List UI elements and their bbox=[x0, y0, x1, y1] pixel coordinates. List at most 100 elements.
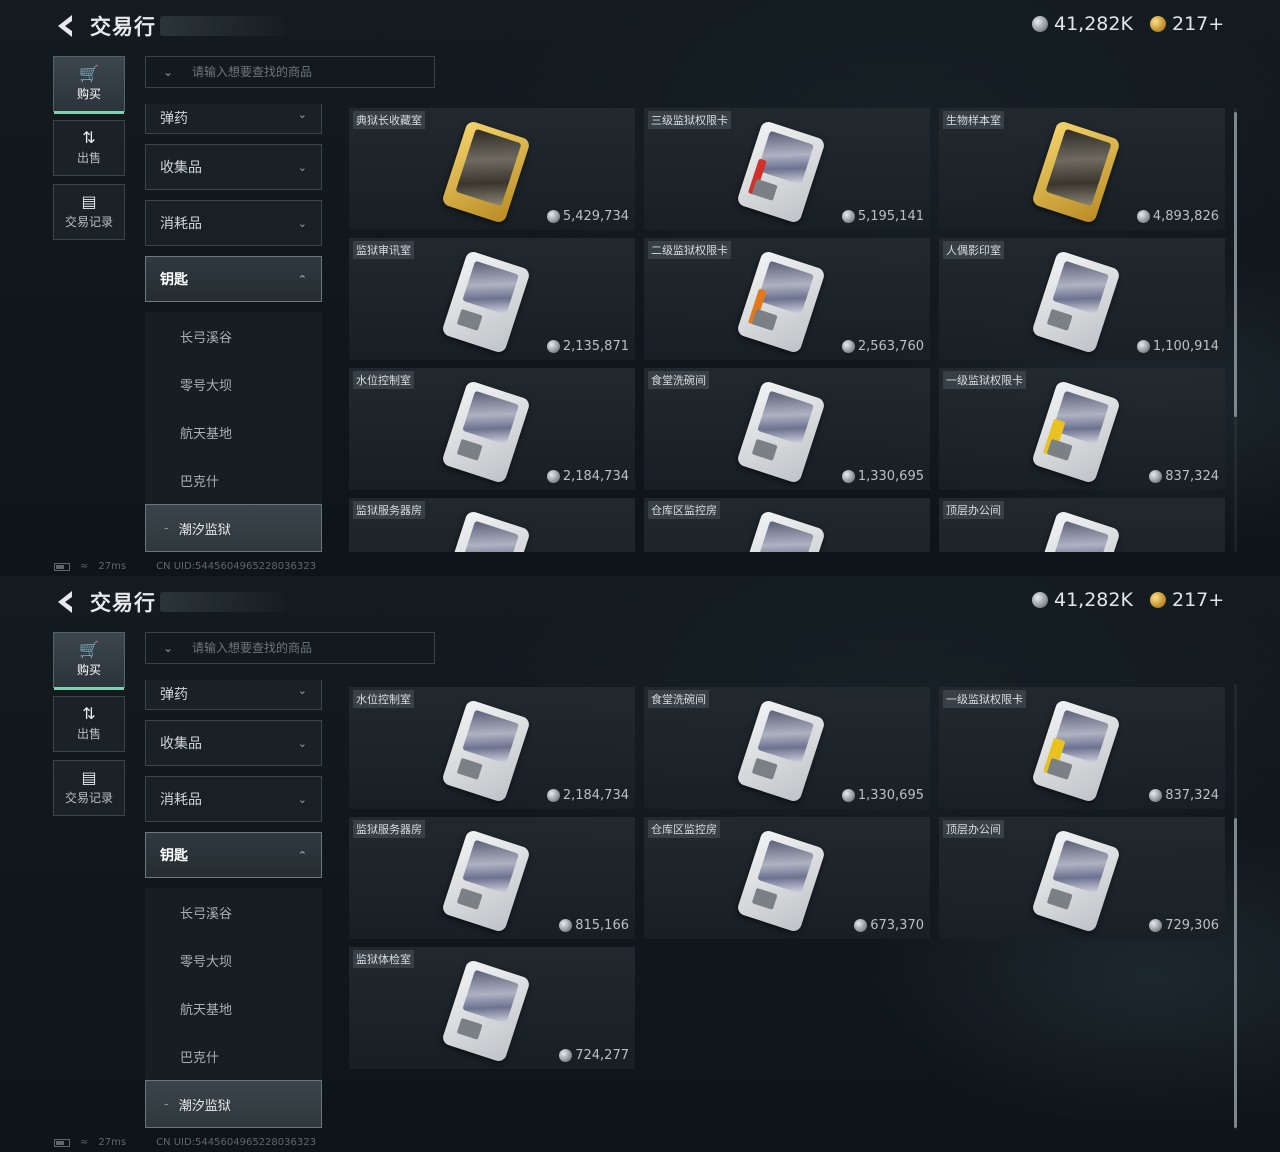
coin-icon bbox=[546, 789, 560, 802]
category-collectibles[interactable]: 收集品 ⌄ bbox=[145, 144, 322, 190]
submenu-label: 长弓溪谷 bbox=[180, 906, 233, 922]
submenu-item[interactable]: 长弓溪谷 bbox=[145, 312, 322, 360]
keys-submenu: 长弓溪谷 零号大坝 航天基地 巴克什 - 潮汐监狱 bbox=[145, 888, 322, 1128]
submenu-label: 巴克什 bbox=[180, 474, 220, 490]
item-name: 三级监狱权限卡 bbox=[648, 111, 731, 129]
keycard-image bbox=[441, 698, 531, 804]
nav-records-button[interactable]: ▤ 交易记录 bbox=[53, 760, 125, 816]
item-card[interactable]: 顶层办公间729,306 bbox=[939, 498, 1225, 552]
search-bar[interactable]: ⌄ bbox=[145, 632, 435, 664]
category-collectibles[interactable]: 收集品 ⌄ bbox=[145, 720, 322, 766]
item-card[interactable]: 二级监狱权限卡 2,563,760 bbox=[644, 238, 930, 360]
category-consumables[interactable]: 消耗品 ⌄ bbox=[145, 200, 322, 246]
nav-records-label: 交易记录 bbox=[64, 215, 113, 229]
back-arrow-icon[interactable] bbox=[54, 588, 78, 616]
item-card[interactable]: 水位控制室 2,184,734 bbox=[349, 687, 635, 809]
blurred-username bbox=[160, 592, 285, 612]
submenu-label: 零号大坝 bbox=[180, 954, 233, 970]
keycard-image bbox=[441, 958, 531, 1064]
scrollbar-thumb[interactable] bbox=[1234, 818, 1237, 1128]
nav-records-button[interactable]: ▤ 交易记录 bbox=[53, 184, 125, 240]
keycard-stripe bbox=[1042, 737, 1066, 776]
item-card[interactable]: 监狱服务器房815,166 bbox=[349, 498, 635, 552]
gold-currency: 217+ bbox=[1150, 13, 1224, 35]
nav-buy-label: 购买 bbox=[76, 663, 101, 677]
chevron-up-icon: ⌃ bbox=[297, 272, 307, 286]
keycard-image bbox=[736, 379, 826, 485]
scrollbar-thumb[interactable] bbox=[1234, 112, 1237, 417]
coin-icon bbox=[546, 210, 560, 223]
item-grid: 监狱审讯室2,135,871二级监狱权限卡2,563,760人偶影印室1,100… bbox=[349, 684, 1231, 1130]
item-name: 水位控制室 bbox=[353, 690, 414, 708]
item-name: 食堂洗碗间 bbox=[648, 371, 709, 389]
document-icon: ▤ bbox=[81, 192, 97, 211]
keycard-image bbox=[1031, 698, 1121, 804]
item-price-value: 2,135,871 bbox=[562, 339, 629, 354]
item-price-value: 815,166 bbox=[575, 918, 629, 933]
keycard-image bbox=[1031, 119, 1121, 225]
status-bar: ≈ 27ms CN UID:5445604965228036323 bbox=[54, 561, 316, 572]
status-bar: ≈ 27ms CN UID:5445604965228036323 bbox=[54, 1137, 316, 1148]
item-card[interactable]: 监狱审讯室 2,135,871 bbox=[349, 238, 635, 360]
search-input[interactable] bbox=[190, 640, 414, 656]
keycard-image bbox=[736, 119, 826, 225]
item-card[interactable]: 监狱服务器房815,166 bbox=[349, 817, 635, 939]
chevron-up-icon: ⌃ bbox=[297, 848, 307, 862]
silver-currency: 41,282K bbox=[1032, 589, 1133, 611]
submenu-item[interactable]: 航天基地 bbox=[145, 408, 322, 456]
submenu-item[interactable]: 巴克什 bbox=[145, 1032, 322, 1080]
search-bar[interactable]: ⌄ bbox=[145, 56, 435, 88]
wifi-icon: ≈ bbox=[80, 561, 89, 572]
item-price: 673,370 bbox=[854, 918, 924, 933]
item-card[interactable]: 三级监狱权限卡 5,195,141 bbox=[644, 108, 930, 230]
category-consumables[interactable]: 消耗品 ⌄ bbox=[145, 776, 322, 822]
nav-buy-button[interactable]: 🛒 购买 bbox=[53, 56, 125, 114]
item-name: 一级监狱权限卡 bbox=[943, 371, 1026, 389]
item-card[interactable]: 典狱长收藏室 5,429,734 bbox=[349, 108, 635, 230]
submenu-item[interactable]: 航天基地 bbox=[145, 984, 322, 1032]
item-card[interactable]: 生物样本室 4,893,826 bbox=[939, 108, 1225, 230]
uid-text: CN UID:5445604965228036323 bbox=[156, 1137, 316, 1148]
item-card[interactable]: 人偶影印室 1,100,914 bbox=[939, 238, 1225, 360]
submenu-item-active[interactable]: - 潮汐监狱 bbox=[145, 504, 322, 552]
item-price-value: 724,277 bbox=[575, 1048, 629, 1063]
chevron-down-icon[interactable]: ⌄ bbox=[146, 65, 190, 79]
category-ammo[interactable]: 弹药 ⌄ bbox=[145, 104, 322, 134]
back-arrow-icon[interactable] bbox=[54, 12, 78, 40]
item-price: 2,184,734 bbox=[546, 469, 629, 484]
nav-buy-button[interactable]: 🛒 购买 bbox=[53, 632, 125, 690]
category-keys[interactable]: 钥匙 ⌃ bbox=[145, 832, 322, 878]
nav-sell-button[interactable]: ⇅ 出售 bbox=[53, 120, 125, 176]
chevron-down-icon[interactable]: ⌄ bbox=[146, 641, 190, 655]
nav-sell-button[interactable]: ⇅ 出售 bbox=[53, 696, 125, 752]
submenu-item[interactable]: 零号大坝 bbox=[145, 360, 322, 408]
nav-buy-label: 购买 bbox=[76, 87, 101, 101]
item-card[interactable]: 仓库区监控房673,370 bbox=[644, 817, 930, 939]
coin-icon bbox=[841, 789, 855, 802]
item-card[interactable]: 食堂洗碗间 1,330,695 bbox=[644, 368, 930, 490]
keys-submenu: 长弓溪谷 零号大坝 航天基地 巴克什 - 潮汐监狱 bbox=[145, 312, 322, 552]
submenu-item[interactable]: 巴克什 bbox=[145, 456, 322, 504]
submenu-item[interactable]: 零号大坝 bbox=[145, 936, 322, 984]
coin-icon bbox=[841, 470, 855, 483]
category-keys[interactable]: 钥匙 ⌃ bbox=[145, 256, 322, 302]
item-card[interactable]: 一级监狱权限卡 837,324 bbox=[939, 368, 1225, 490]
cart-icon: 🛒 bbox=[79, 640, 99, 659]
item-price: 837,324 bbox=[1149, 469, 1219, 484]
item-card[interactable]: 食堂洗碗间 1,330,695 bbox=[644, 687, 930, 809]
category-ammo-label: 弹药 bbox=[160, 687, 188, 703]
item-card[interactable]: 仓库区监控房673,370 bbox=[644, 498, 930, 552]
item-card[interactable]: 顶层办公间729,306 bbox=[939, 817, 1225, 939]
category-keys-label: 钥匙 bbox=[160, 848, 188, 864]
coin-icon bbox=[1149, 470, 1163, 483]
category-ammo[interactable]: 弹药 ⌄ bbox=[145, 680, 322, 710]
item-card[interactable]: 一级监狱权限卡 837,324 bbox=[939, 687, 1225, 809]
category-keys-label: 钥匙 bbox=[160, 272, 188, 288]
submenu-item-active[interactable]: - 潮汐监狱 bbox=[145, 1080, 322, 1128]
item-card[interactable]: 水位控制室 2,184,734 bbox=[349, 368, 635, 490]
gold-coin-icon bbox=[1150, 592, 1166, 608]
search-input[interactable] bbox=[190, 64, 414, 80]
item-card[interactable]: 监狱体检室 724,277 bbox=[349, 947, 635, 1069]
submenu-item[interactable]: 长弓溪谷 bbox=[145, 888, 322, 936]
coin-icon bbox=[1149, 789, 1163, 802]
